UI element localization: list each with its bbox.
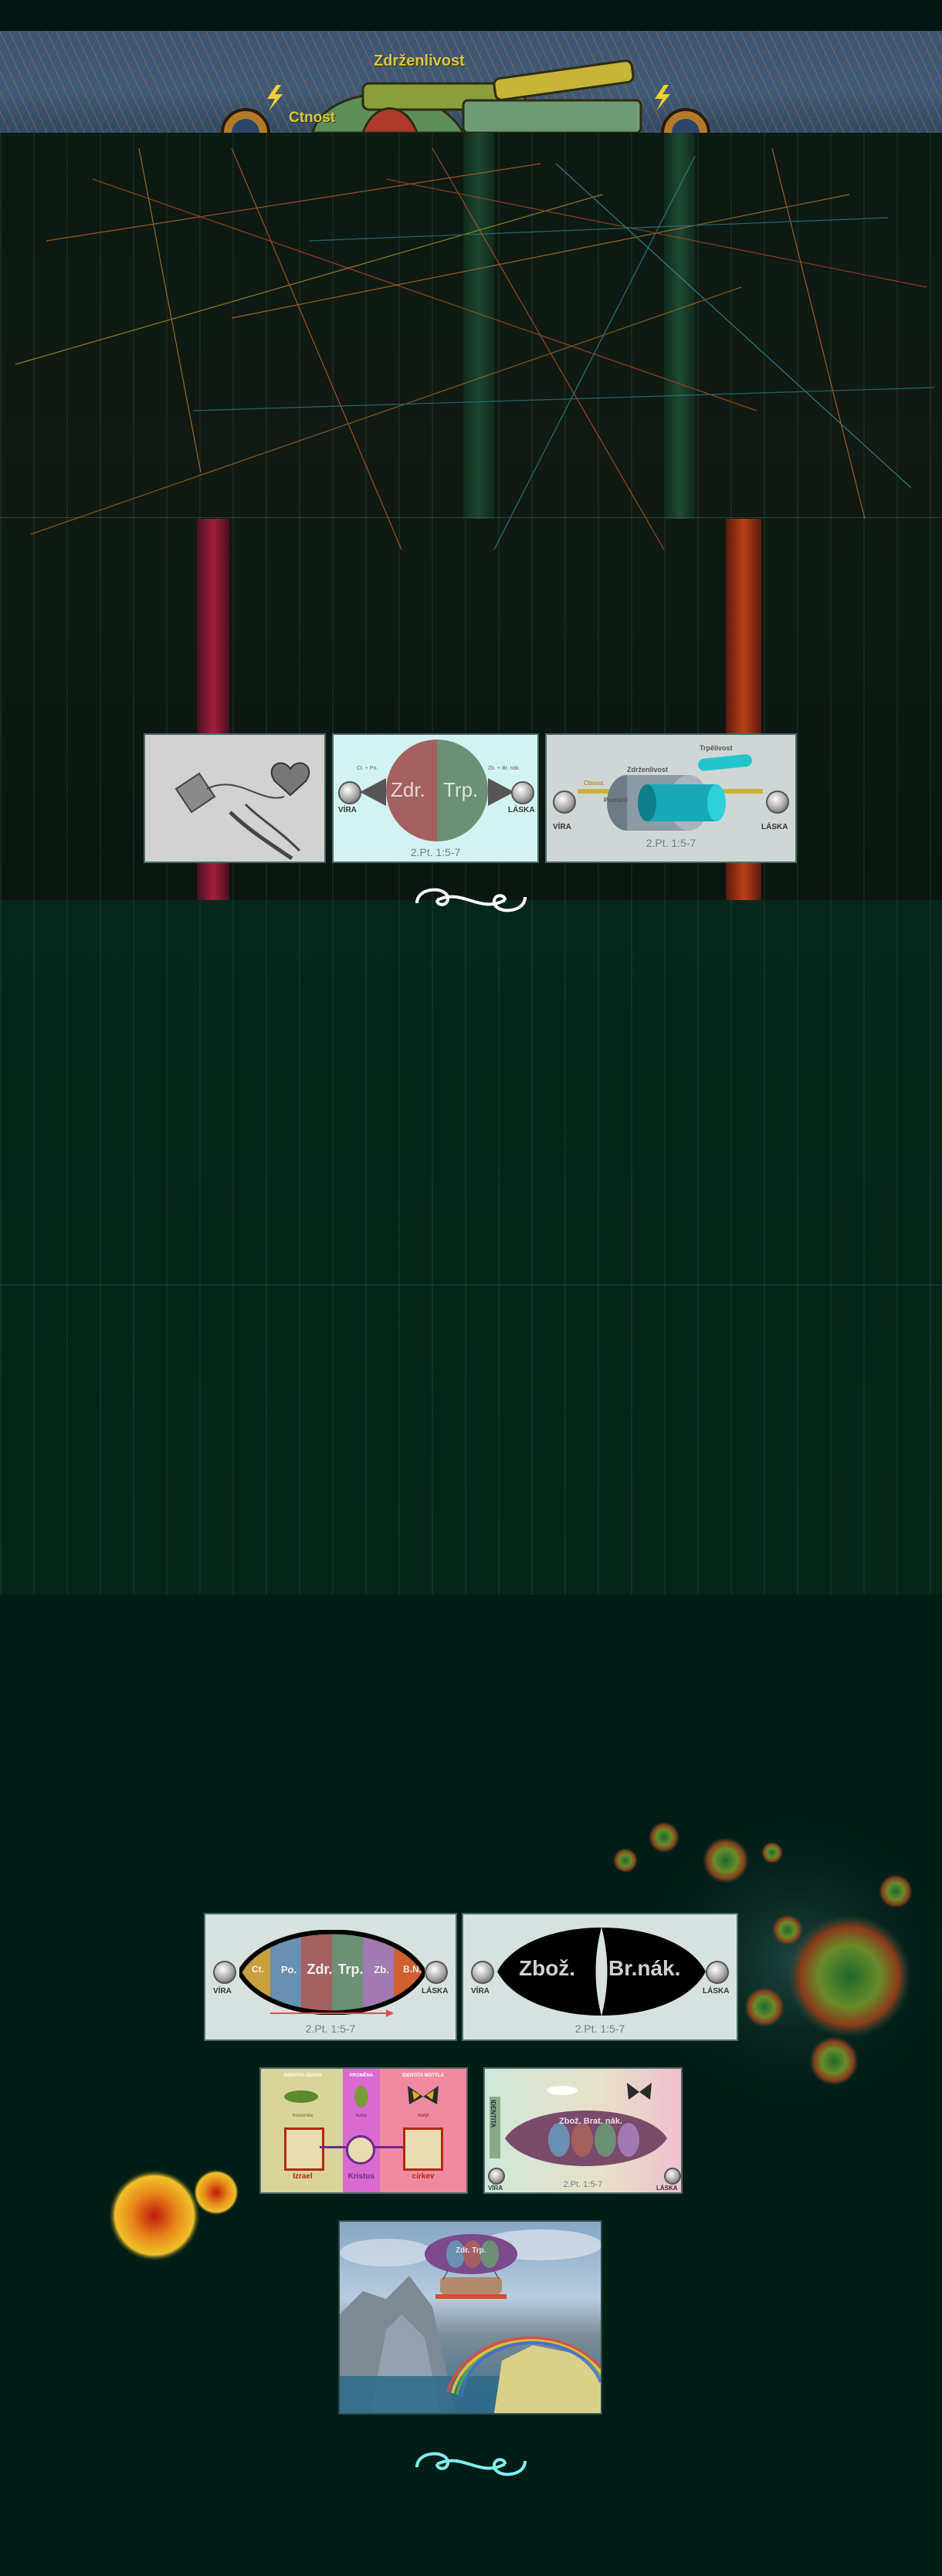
word-motyl: motýl [417, 2114, 429, 2118]
banner-arch-right-icon [661, 108, 710, 133]
label-laska: LÁSKA [508, 806, 535, 814]
col3-heading: IDENTITA MOTÝLA [402, 2073, 444, 2078]
cyl-label-small1: Ctnost [584, 780, 604, 787]
identity-side-label: IDENTITA [490, 2100, 496, 2128]
panel-rainbow-lens: Ct. Po. Zdr. Trp. Zb. B.N. VÍRA LÁSKA 2.… [204, 1913, 457, 2041]
background-texture-bottom [0, 900, 942, 1595]
silver-orb-icon [706, 1961, 729, 1984]
segment-label: Ct. [252, 1964, 264, 1975]
cyl-label-top: Trpělivost [700, 744, 733, 752]
lobe-small-right: Zb. + Br. nák. [488, 766, 520, 771]
caption-verse: 2.Pt. 1:5-7 [563, 2180, 603, 2189]
panel-cylinder: Trpělivost Zdrženlivost Ctnost Poznání V… [545, 733, 797, 863]
segment-label: Zdr. [307, 1962, 333, 1977]
bottom-kristus: Kristus [347, 2172, 375, 2181]
figure-frame-center [346, 2135, 375, 2165]
segment-label: Trp. [337, 1962, 364, 1977]
figure-frame-right [403, 2127, 443, 2171]
butterfly-icon [408, 2086, 439, 2104]
airship-badge: Zdr. Trp. [456, 2246, 486, 2255]
col1-heading: IDENTITA ČERVA [283, 2073, 322, 2078]
metamorphosis-icons [284, 2086, 439, 2107]
caption-verse: 2.Pt. 1:5-7 [646, 837, 696, 849]
cyl-label-small2: Poznání [604, 797, 628, 804]
caption-verse: 2.Pt. 1:5-7 [410, 846, 461, 858]
label-laska: LÁSKA [703, 1987, 730, 1995]
banner-arch-left-icon [221, 108, 270, 133]
col2-heading: PROMĚNA [349, 2073, 374, 2078]
thread-lines [15, 147, 935, 550]
caption-verse: 2.Pt. 1:5-7 [305, 2023, 356, 2035]
word-kukla: kukla [355, 2114, 367, 2118]
label-vira: VÍRA [553, 823, 571, 831]
word-housenka: housenka [292, 2114, 313, 2118]
label-vira: VÍRA [471, 1987, 490, 1995]
motorbike-sketch-image [144, 733, 326, 863]
label-laska: LÁSKA [761, 823, 788, 831]
banner-word-top: Zdrženlivost [374, 52, 465, 69]
silver-orb-icon [553, 790, 576, 814]
silver-orb-icon [471, 1961, 494, 1984]
silver-orb-icon [338, 781, 361, 804]
bottom-cirkev: církev [412, 2172, 435, 2181]
caption-verse: 2.Pt. 1:5-7 [574, 2023, 625, 2035]
label-vira: VÍRA [338, 806, 357, 814]
fractal-cluster-left [108, 2169, 239, 2262]
rainbow-lens-segments: Ct. Po. Zdr. Trp. Zb. B.N. [242, 1962, 428, 1978]
lobe-small-left: Ct. + Po. [357, 766, 378, 771]
panel-two-lobes: Zdr. Trp. Ct. + Po. Zb. + Br. nák. VÍRA … [332, 733, 539, 863]
banner-machine-icon [311, 59, 642, 133]
caterpillar-butterfly-icon [547, 2083, 652, 2100]
banner-word-left: Ctnost [289, 110, 336, 126]
silver-orb-icon [425, 1961, 448, 1984]
airship-icon [425, 2234, 517, 2299]
panel-identity-lens: IDENTITA Zbož. Brat. nák. VÍRA LÁSKA 2.P… [483, 2067, 683, 2194]
panel-identity-chart: IDENTITA ČERVA PROMĚNA IDENTITA MOTÝLA h… [259, 2067, 468, 2194]
segment-label: B.N. [403, 1964, 422, 1975]
ornament-swirl-icon [415, 2452, 527, 2476]
header-banner: Zdrženlivost Ctnost [0, 31, 942, 133]
segment-label: Zb. [374, 1964, 389, 1975]
label-laska: LÁSKA [422, 1987, 449, 1995]
label-vira: VÍRA [213, 1987, 232, 1995]
caterpillar-icon [284, 2090, 318, 2103]
bottom-izrael: Izrael [293, 2172, 313, 2181]
motorbike-heart-icon [145, 735, 324, 861]
arrow-right-icon [270, 2009, 394, 2017]
banner-artwork [221, 59, 710, 133]
lens-left-text: Zbož. [519, 1956, 576, 1980]
airship-scene-image: Zdr. Trp. [338, 2220, 602, 2415]
lens-right-text: Br.nák. [608, 1956, 681, 1980]
silver-orb-icon [766, 790, 789, 814]
segment-label: Po. [280, 1964, 297, 1975]
lobe-funnels-icon [360, 778, 514, 806]
cocoon-icon [354, 2086, 368, 2107]
figure-frame-left [284, 2127, 324, 2171]
identity-inner-text: Zbož. Brat. nák. [559, 2117, 622, 2126]
silver-orb-icon [511, 781, 534, 804]
cyl-label-mid: Zdrženlivost [627, 766, 669, 773]
ornament-swirl-icon [415, 888, 527, 912]
silver-orb-icon [213, 1961, 236, 1984]
top-strip [0, 0, 942, 31]
panel-black-lens: Zbož. Br.nák. VÍRA LÁSKA 2.Pt. 1:5-7 [462, 1913, 738, 2041]
